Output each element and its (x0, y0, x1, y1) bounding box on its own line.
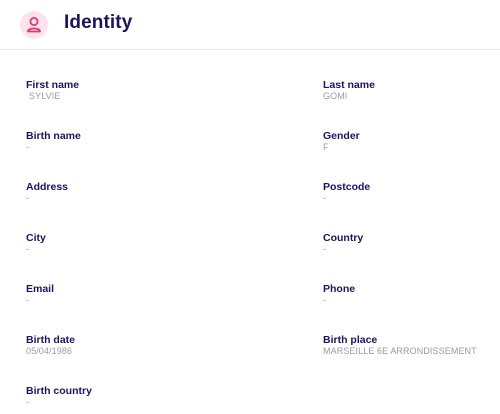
country-field: Country - (323, 232, 363, 255)
last-name-label: Last name (323, 79, 375, 91)
last-name-value: GOMI (323, 91, 348, 101)
address-value: - (26, 193, 30, 203)
birth-name-value: - (26, 142, 30, 152)
birth-date-value: 05/04/1986 (26, 346, 73, 356)
postcode-value: - (323, 193, 327, 203)
city-field: City - (26, 232, 46, 255)
email-field: Email - (26, 283, 54, 306)
phone-field: Phone - (323, 283, 355, 306)
user-icon (20, 11, 48, 39)
birth-name-label: Birth name (26, 130, 81, 142)
birth-name-field: Birth name - (26, 130, 81, 153)
birth-place-label: Birth place (323, 334, 378, 346)
first-name-value: SYLVIE (29, 91, 61, 101)
city-value: - (26, 244, 30, 254)
gender-value: F (323, 142, 329, 152)
birth-date-label: Birth date (26, 334, 76, 346)
birth-country-label: Birth country (26, 385, 92, 397)
birth-place-field: Birth place MARSEILLE 6E ARRONDISSEMENT (323, 334, 477, 357)
last-name-field: Last name GOMI (323, 79, 375, 102)
country-value: - (323, 244, 327, 254)
postcode-field: Postcode - (323, 181, 370, 204)
gender-field: Gender F (323, 130, 360, 153)
birth-date-field: Birth date 05/04/1986 (26, 334, 75, 357)
identity-header: Identity (0, 0, 500, 50)
birth-place-value: MARSEILLE 6E ARRONDISSEMENT (323, 346, 477, 356)
address-label: Address (26, 181, 69, 193)
section-title: Identity (64, 12, 133, 33)
first-name-field: First name SYLVIE (26, 79, 79, 102)
gender-label: Gender (323, 130, 360, 142)
country-label: Country (323, 232, 364, 244)
first-name-label: First name (26, 79, 80, 91)
birth-country-field: Birth country - (26, 385, 92, 408)
email-label: Email (26, 283, 55, 295)
email-value: - (26, 295, 30, 305)
phone-value: - (323, 295, 327, 305)
postcode-label: Postcode (323, 181, 371, 193)
city-label: City (26, 232, 46, 244)
birth-country-value: - (26, 397, 30, 407)
address-field: Address - (26, 181, 68, 204)
phone-label: Phone (323, 283, 356, 295)
